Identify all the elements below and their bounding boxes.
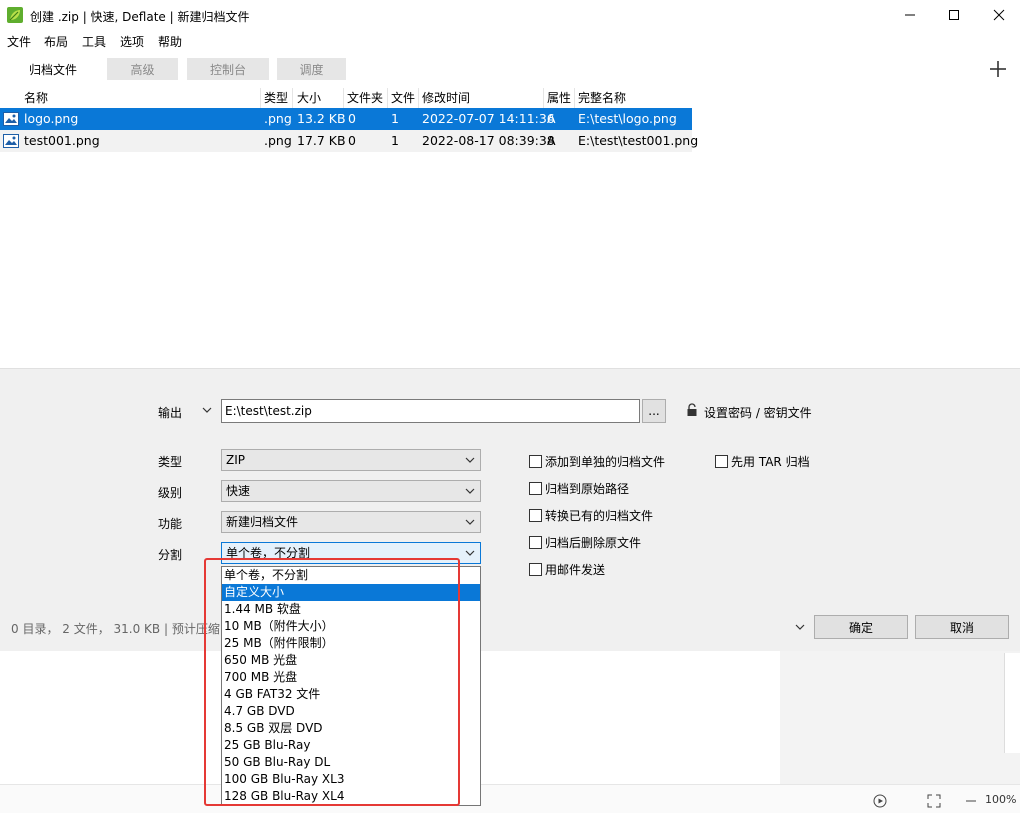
tab-console[interactable]: 控制台 bbox=[187, 58, 269, 80]
tar-first-label: 先用 TAR 归档 bbox=[731, 455, 810, 469]
window-title: 创建 .zip | 快速, Deflate | 新建归档文件 bbox=[30, 10, 250, 24]
cell-name: logo.png bbox=[24, 111, 79, 126]
cell-name: test001.png bbox=[24, 133, 100, 148]
type-select[interactable]: ZIP bbox=[221, 449, 481, 471]
minimize-icon bbox=[905, 14, 915, 16]
cell-folders: 0 bbox=[348, 133, 356, 148]
chevron-down-icon bbox=[465, 488, 475, 494]
play-icon[interactable] bbox=[873, 794, 887, 808]
col-header-fullname[interactable]: 完整名称 bbox=[578, 88, 626, 108]
chevron-down-icon bbox=[465, 550, 475, 556]
archive-original-path-checkbox[interactable] bbox=[529, 482, 542, 495]
ok-button[interactable]: 确定 bbox=[814, 615, 908, 639]
type-value: ZIP bbox=[226, 453, 245, 467]
delete-after-label: 归档后删除原文件 bbox=[545, 536, 642, 550]
cancel-button[interactable]: 取消 bbox=[915, 615, 1009, 639]
image-file-icon bbox=[3, 112, 19, 126]
fullscreen-icon[interactable] bbox=[927, 794, 941, 808]
menu-options[interactable]: 选项 bbox=[120, 33, 144, 50]
minimize-button[interactable] bbox=[887, 0, 933, 30]
maximize-button[interactable] bbox=[931, 0, 977, 30]
cell-folders: 0 bbox=[348, 111, 356, 126]
close-icon bbox=[993, 9, 1005, 21]
chevron-down-icon[interactable] bbox=[202, 405, 212, 415]
level-select[interactable]: 快速 bbox=[221, 480, 481, 502]
convert-existing-label: 转换已有的归档文件 bbox=[545, 509, 654, 523]
cell-files: 1 bbox=[391, 111, 399, 126]
split-label: 分割 bbox=[158, 548, 183, 562]
cell-fullname: E:\test\logo.png bbox=[578, 111, 677, 126]
tab-advanced[interactable]: 高级 bbox=[107, 58, 178, 80]
cell-files: 1 bbox=[391, 133, 399, 148]
output-label: 输出 bbox=[158, 406, 183, 420]
browse-button[interactable]: ... bbox=[642, 399, 666, 423]
col-header-folders[interactable]: 文件夹 bbox=[347, 88, 383, 108]
chevron-down-icon bbox=[465, 457, 475, 463]
col-header-files[interactable]: 文件 bbox=[391, 88, 415, 108]
level-value: 快速 bbox=[226, 484, 251, 498]
chevron-down-icon[interactable] bbox=[795, 622, 805, 632]
archive-original-path-label: 归档到原始路径 bbox=[545, 482, 630, 496]
col-header-size[interactable]: 大小 bbox=[297, 88, 321, 108]
function-value: 新建归档文件 bbox=[226, 515, 299, 529]
tab-archive[interactable]: 归档文件 bbox=[20, 58, 86, 80]
tab-schedule[interactable]: 调度 bbox=[277, 58, 346, 80]
output-path-input[interactable]: E:\test\test.zip bbox=[221, 399, 640, 423]
col-header-modified[interactable]: 修改时间 bbox=[422, 88, 470, 108]
col-header-name[interactable]: 名称 bbox=[24, 88, 48, 108]
type-label: 类型 bbox=[158, 455, 183, 469]
add-tab-button[interactable] bbox=[987, 58, 1009, 80]
cell-size: 17.7 KB bbox=[297, 133, 346, 148]
highlight-annotation bbox=[204, 558, 460, 806]
cell-attr: A bbox=[547, 133, 556, 148]
col-header-attr[interactable]: 属性 bbox=[547, 88, 571, 108]
add-separate-label: 添加到单独的归档文件 bbox=[545, 455, 666, 469]
send-mail-label: 用邮件发送 bbox=[545, 563, 606, 577]
zoom-out-icon[interactable] bbox=[964, 794, 978, 808]
image-file-icon bbox=[3, 134, 19, 148]
cell-size: 13.2 KB bbox=[297, 111, 346, 126]
title-bar: 创建 .zip | 快速, Deflate | 新建归档文件 bbox=[0, 0, 1020, 30]
set-password-link[interactable]: 设置密码 / 密钥文件 bbox=[704, 404, 812, 421]
menu-bar bbox=[0, 30, 1020, 50]
col-header-type[interactable]: 类型 bbox=[264, 88, 288, 108]
cell-type: .png bbox=[264, 133, 292, 148]
cell-type: .png bbox=[264, 111, 292, 126]
menu-help[interactable]: 帮助 bbox=[158, 33, 182, 50]
app-leaf-icon bbox=[7, 7, 23, 23]
lock-icon bbox=[687, 403, 697, 416]
background-window: 100% bbox=[0, 651, 1020, 813]
maximize-icon bbox=[949, 10, 959, 20]
table-row[interactable]: test001.png .png 17.7 KB 0 1 2022-08-17 … bbox=[0, 130, 698, 152]
close-button[interactable] bbox=[976, 0, 1020, 30]
cell-attr: A bbox=[547, 111, 556, 126]
convert-existing-checkbox[interactable] bbox=[529, 509, 542, 522]
function-select[interactable]: 新建归档文件 bbox=[221, 511, 481, 533]
plus-icon bbox=[990, 61, 1006, 77]
level-label: 级别 bbox=[158, 486, 183, 500]
table-row[interactable]: logo.png .png 13.2 KB 0 1 2022-07-07 14:… bbox=[0, 108, 692, 130]
cell-modified: 2022-07-07 14:11:36 bbox=[422, 111, 555, 126]
add-separate-checkbox[interactable] bbox=[529, 455, 542, 468]
menu-layout[interactable]: 布局 bbox=[44, 33, 68, 50]
function-label: 功能 bbox=[158, 517, 183, 531]
send-mail-checkbox[interactable] bbox=[529, 563, 542, 576]
cell-modified: 2022-08-17 08:39:38 bbox=[422, 133, 555, 148]
menu-file[interactable]: 文件 bbox=[7, 33, 31, 50]
menu-tools[interactable]: 工具 bbox=[82, 33, 106, 50]
delete-after-checkbox[interactable] bbox=[529, 536, 542, 549]
tar-first-checkbox[interactable] bbox=[715, 455, 728, 468]
chevron-down-icon bbox=[465, 519, 475, 525]
status-text: 0 目录， 2 文件， 31.0 KB | 预计压缩 bbox=[11, 622, 220, 636]
cell-fullname: E:\test\test001.png bbox=[578, 133, 699, 148]
zoom-level: 100% bbox=[985, 793, 1017, 806]
